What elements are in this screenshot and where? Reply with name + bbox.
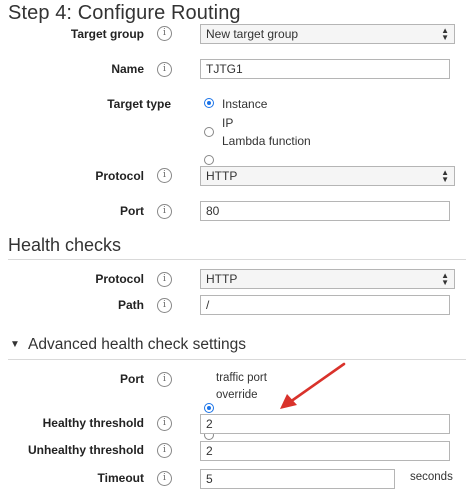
hc-path-label: Path — [117, 298, 144, 312]
info-icon[interactable]: i — [157, 471, 172, 486]
radio-traffic-port[interactable] — [204, 403, 214, 413]
radio-override-label: override — [216, 389, 258, 401]
info-icon[interactable]: i — [157, 204, 172, 219]
radio-traffic-port-label: traffic port — [216, 372, 267, 384]
hc-path-input[interactable]: / — [200, 295, 450, 315]
target-group-value: New target group — [206, 27, 299, 41]
section-divider — [8, 359, 466, 360]
port-input[interactable]: 80 — [200, 201, 450, 221]
caret-down-icon[interactable]: ▼ — [10, 339, 20, 350]
timeout-label: Timeout — [97, 471, 144, 485]
annotation-arrow — [280, 362, 346, 409]
advanced-settings-toggle[interactable]: Advanced health check settings — [28, 336, 246, 354]
info-icon[interactable]: i — [157, 443, 172, 458]
hc-protocol-select[interactable]: HTTP ▲ ▼ — [200, 269, 455, 289]
info-icon[interactable]: i — [157, 372, 172, 387]
radio-instance-label: Instance — [222, 97, 268, 111]
radio-ip[interactable] — [204, 127, 214, 137]
chevron-updown-icon: ▲ ▼ — [441, 168, 449, 184]
name-input[interactable]: TJTG1 — [200, 59, 450, 79]
target-type-label: Target type — [107, 97, 171, 111]
unhealthy-threshold-input[interactable]: 2 — [200, 441, 450, 461]
protocol-label: Protocol — [95, 169, 144, 183]
radio-lambda[interactable] — [204, 155, 214, 165]
protocol-select[interactable]: HTTP ▲ ▼ — [200, 166, 455, 186]
info-icon[interactable]: i — [157, 272, 172, 287]
unhealthy-threshold-label: Unhealthy threshold — [27, 443, 144, 457]
info-icon[interactable]: i — [157, 26, 172, 41]
target-group-select[interactable]: New target group ▲ ▼ — [200, 24, 455, 44]
info-icon[interactable]: i — [157, 168, 172, 183]
health-checks-heading: Health checks — [8, 235, 122, 255]
chevron-updown-icon: ▲ ▼ — [441, 26, 449, 42]
radio-instance[interactable] — [204, 98, 214, 108]
chevron-updown-icon: ▲ ▼ — [441, 271, 449, 287]
timeout-unit: seconds — [410, 471, 453, 483]
info-icon[interactable]: i — [157, 298, 172, 313]
hc-protocol-label: Protocol — [95, 272, 144, 286]
name-label: Name — [111, 62, 144, 76]
section-divider — [8, 259, 466, 260]
radio-ip-label: IP — [222, 116, 234, 130]
healthy-threshold-input[interactable]: 2 — [200, 414, 450, 434]
healthy-threshold-label: Healthy threshold — [42, 416, 144, 430]
info-icon[interactable]: i — [157, 416, 172, 431]
info-icon[interactable]: i — [157, 62, 172, 77]
adv-port-label: Port — [120, 372, 144, 386]
protocol-value: HTTP — [206, 169, 238, 183]
page-title: Step 4: Configure Routing — [8, 2, 241, 24]
radio-lambda-label: Lambda function — [222, 134, 311, 148]
hc-protocol-value: HTTP — [206, 272, 238, 286]
timeout-input[interactable]: 5 — [200, 469, 395, 489]
target-group-label: Target group — [70, 27, 144, 41]
port-label: Port — [120, 204, 144, 218]
